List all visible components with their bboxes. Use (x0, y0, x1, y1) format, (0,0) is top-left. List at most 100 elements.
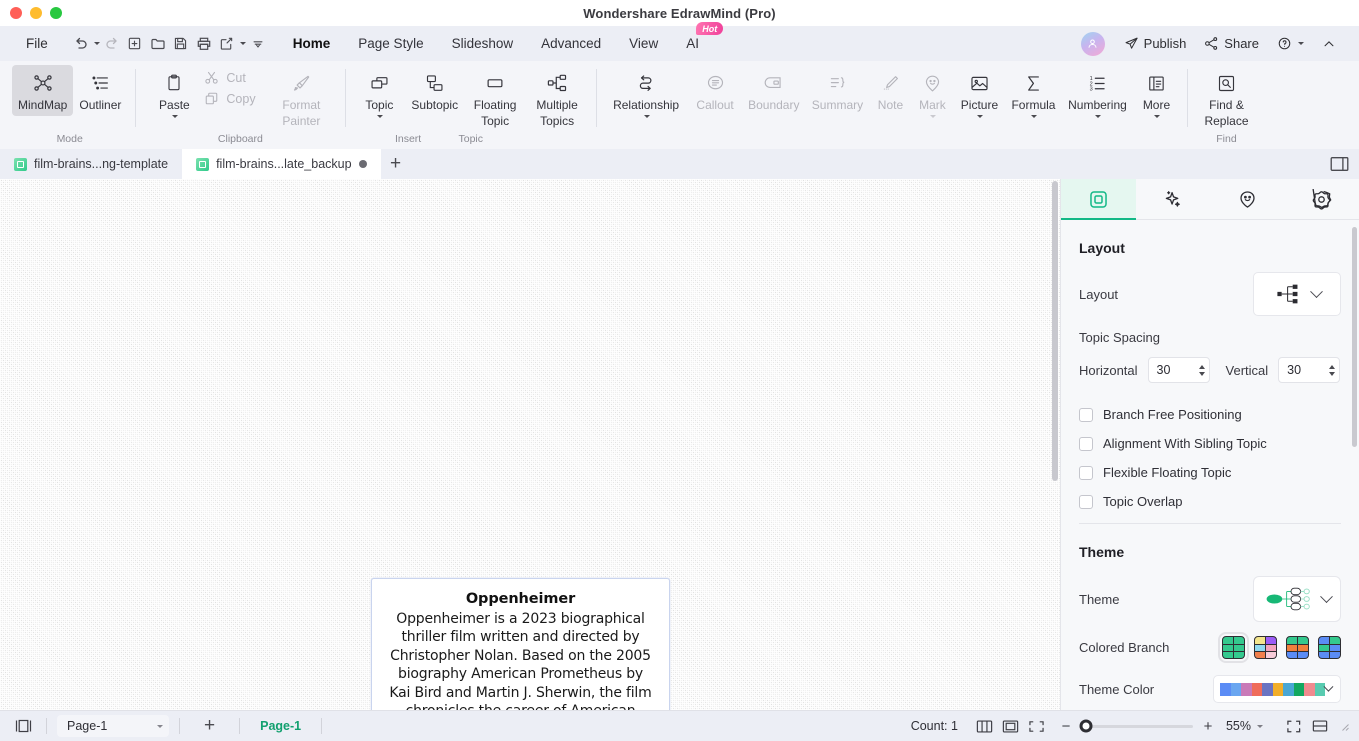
topic-dropdown-icon[interactable] (376, 114, 383, 118)
ribbon-button-relationship[interactable]: Relationship (604, 65, 688, 120)
ribbon-button-subtopic[interactable]: Subtopic (405, 65, 464, 116)
menu-item-home[interactable]: Home (279, 31, 345, 56)
fullscreen-icon[interactable] (1281, 715, 1307, 737)
checkbox-box[interactable] (1079, 465, 1093, 480)
layout-dropdown[interactable] (1253, 272, 1341, 317)
ribbon-button-note[interactable]: Note (869, 65, 911, 116)
ribbon-button-picture[interactable]: Picture (953, 65, 1005, 120)
file-menu-button[interactable]: File (10, 32, 62, 55)
page-selector-dropdown[interactable]: Page-1 (57, 715, 169, 737)
menu-item-page-style[interactable]: Page Style (344, 31, 437, 56)
stepper-down-icon[interactable] (1198, 371, 1205, 376)
ribbon-button-formula[interactable]: Formula (1005, 65, 1061, 120)
horizontal-spacing-input[interactable] (1156, 363, 1197, 378)
paste-dropdown-icon[interactable] (171, 114, 178, 118)
picture-dropdown-icon[interactable] (976, 114, 983, 118)
help-dropdown-icon[interactable] (1298, 42, 1304, 45)
stepper-up-icon[interactable] (1329, 364, 1336, 369)
mindmap-topic-node[interactable]: Oppenheimer Oppenheimer is a 2023 biogra… (371, 578, 670, 710)
redo-icon[interactable] (101, 32, 123, 56)
minimize-window-button[interactable] (30, 7, 42, 19)
new-document-tab-button[interactable]: + (381, 149, 411, 179)
ribbon-button-copy[interactable]: Copy (197, 88, 273, 109)
numbering-dropdown-icon[interactable] (1094, 114, 1101, 118)
avatar[interactable] (1080, 31, 1105, 56)
checkbox-box[interactable] (1079, 494, 1093, 509)
undo-dropdown-icon[interactable] (93, 42, 100, 45)
help-button[interactable] (1270, 32, 1311, 55)
zoom-in-button[interactable]: + (1202, 718, 1214, 735)
theme-dropdown[interactable] (1253, 576, 1341, 623)
collapse-ribbon-button[interactable] (1315, 33, 1343, 55)
stepper-arrows[interactable] (1197, 364, 1205, 376)
zoom-dropdown-icon[interactable] (1257, 724, 1263, 728)
print-icon[interactable] (193, 32, 215, 56)
ribbon-button-more[interactable]: More (1133, 65, 1179, 120)
ribbon-button-cut[interactable]: Cut (197, 67, 273, 88)
fit-to-screen-icon[interactable] (1024, 715, 1050, 737)
split-view-icon[interactable] (1307, 715, 1333, 737)
formula-dropdown-icon[interactable] (1030, 114, 1037, 118)
panel-tab-ai[interactable] (1136, 179, 1211, 219)
save-icon[interactable] (170, 32, 192, 56)
checkbox-box[interactable] (1079, 407, 1093, 422)
mark-dropdown-icon[interactable] (929, 114, 936, 118)
panel-tab-clipart[interactable] (1210, 179, 1285, 219)
zoom-slider[interactable] (1079, 719, 1193, 733)
unsaved-indicator-icon[interactable] (358, 160, 367, 168)
ribbon-button-summary[interactable]: Summary (805, 65, 869, 116)
checkbox-branch-free-positioning[interactable]: Branch Free Positioning (1079, 407, 1341, 422)
add-page-button[interactable]: + (190, 715, 229, 737)
checkbox-flexible-floating-topic[interactable]: Flexible Floating Topic (1079, 465, 1341, 480)
stepper-up-icon[interactable] (1198, 364, 1205, 369)
more-options-icon[interactable] (247, 32, 269, 56)
publish-button[interactable]: Publish (1117, 32, 1194, 55)
ribbon-button-format-painter[interactable]: Format Painter (273, 65, 329, 131)
ribbon-button-mindmap[interactable]: MindMap (12, 65, 74, 116)
branch-swatch-0[interactable] (1218, 632, 1249, 664)
share-button[interactable]: Share (1197, 32, 1266, 55)
document-tab-inactive[interactable]: film-brains...ng-template (0, 149, 182, 179)
stepper-arrows[interactable] (1327, 364, 1336, 376)
branch-swatch-1[interactable] (1254, 636, 1277, 660)
theme-color-dropdown[interactable] (1213, 675, 1341, 704)
active-page-label[interactable]: Page-1 (250, 719, 311, 733)
zoom-control[interactable]: − + (1060, 718, 1214, 735)
window-resize-grip[interactable] (1339, 721, 1349, 731)
mindmap-canvas[interactable]: Oppenheimer Oppenheimer is a 2023 biogra… (0, 179, 1060, 710)
zoom-out-button[interactable]: − (1060, 718, 1072, 735)
zoom-slider-knob[interactable] (1079, 719, 1093, 733)
branch-swatch-3[interactable] (1318, 636, 1341, 660)
menu-item-advanced[interactable]: Advanced (527, 31, 615, 56)
branch-swatch-2[interactable] (1286, 636, 1309, 660)
open-icon[interactable] (147, 32, 169, 56)
fit-page-icon[interactable] (998, 715, 1024, 737)
maximize-window-button[interactable] (50, 7, 62, 19)
ribbon-button-multiple-topics[interactable]: Multiple Topics (526, 65, 588, 131)
relationship-dropdown-icon[interactable] (643, 114, 650, 118)
page-view-toggle-icon[interactable] (10, 715, 36, 737)
checkbox-alignment-with-sibling-topic[interactable]: Alignment With Sibling Topic (1079, 436, 1341, 451)
ribbon-button-paste[interactable]: Paste (151, 65, 197, 120)
vertical-spacing-stepper[interactable] (1278, 357, 1341, 384)
panel-tab-settings[interactable] (1285, 179, 1359, 219)
ribbon-button-boundary[interactable]: Boundary (742, 65, 805, 116)
zoom-percent-label[interactable]: 55% (1226, 719, 1251, 733)
close-window-button[interactable] (10, 7, 22, 19)
ribbon-button-numbering[interactable]: 123 Numbering (1061, 65, 1133, 120)
ribbon-button-find-replace[interactable]: Find & Replace (1195, 65, 1257, 131)
panel-scrollbar-thumb[interactable] (1352, 227, 1357, 447)
canvas-vertical-scrollbar[interactable] (1049, 179, 1060, 710)
undo-icon[interactable] (70, 32, 92, 56)
new-icon[interactable] (124, 32, 146, 56)
more-dropdown-icon[interactable] (1153, 114, 1160, 118)
checkbox-box[interactable] (1079, 436, 1093, 451)
toggle-side-panel-icon[interactable] (1330, 156, 1349, 172)
scrollbar-thumb[interactable] (1052, 181, 1058, 481)
ribbon-button-floating-topic[interactable]: Floating Topic (464, 65, 526, 131)
ribbon-button-mark[interactable]: Mark (911, 65, 953, 120)
menu-item-view[interactable]: View (615, 31, 672, 56)
stepper-down-icon[interactable] (1329, 371, 1336, 376)
ribbon-button-outliner[interactable]: Outliner (73, 65, 127, 116)
window-controls[interactable] (10, 7, 62, 19)
